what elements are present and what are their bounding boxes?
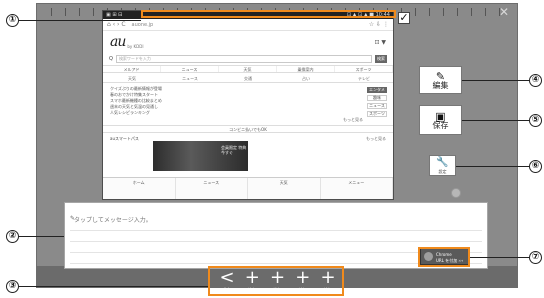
callout-leader — [19, 236, 64, 237]
news-category: スポーツ — [367, 111, 387, 117]
select-checkbox[interactable]: ✓ — [398, 12, 410, 24]
save-icon: ▣ — [435, 109, 446, 123]
callout-leader — [19, 286, 208, 287]
site-search-button: 検索 — [375, 55, 387, 63]
news-category: エンタメ — [367, 87, 387, 93]
url-text: auone.jp — [131, 21, 154, 28]
page-indicator-dot — [451, 188, 461, 198]
settings-button[interactable]: 🔧 設定 — [429, 155, 456, 176]
nav-item: ニュース — [161, 66, 219, 72]
header-icons: ⊡ ▼ — [374, 38, 386, 46]
footer-item: 天気 — [248, 178, 321, 199]
browser-action-icons: ☆ ⇩ ⋮ — [368, 21, 389, 28]
save-button[interactable]: ▣ 保存 — [419, 105, 462, 135]
smartpass-more: もっと見る — [366, 136, 386, 141]
highlight-toolbar — [208, 266, 344, 296]
callout-leader — [462, 120, 531, 121]
highlight-status-bar — [141, 10, 396, 18]
news-headline: 人気レシピランキング — [110, 110, 150, 115]
search-icon: Q — [109, 56, 113, 62]
au-logo: au — [110, 34, 126, 50]
callout-5: ⑤ — [529, 114, 542, 127]
message-rule — [70, 241, 482, 242]
news-category: 趣味 — [367, 95, 387, 101]
footer-item: メニュー — [321, 178, 393, 199]
nav-item: 天気 — [219, 66, 277, 72]
callout-7: ⑦ — [529, 251, 542, 264]
highlight-url-attach — [418, 247, 470, 267]
status-left: ▣ ⊞ ⊟ — [106, 12, 123, 18]
site-header: au by KDDI ⊡ ▼ — [103, 31, 393, 53]
smartpass-title: auスマートパス — [110, 136, 139, 141]
callout-leader — [19, 20, 141, 21]
message-placeholder: タップしてメッセージ入力。 — [74, 217, 152, 224]
screen: ✕ ▣ ⊞ ⊟ ⊡ ▲ ⊡ ▲ ■ 10:44 ⌂ ‹ › C auone.jp… — [0, 0, 544, 298]
news-category: ニュース — [367, 103, 387, 109]
news-categories: エンタメ 趣味 ニュース スポーツ — [367, 87, 387, 119]
news-section: クイズぷりの最新情報が登場 春のおでかけ特集スタート スマホ最新機種の比較まとめ… — [103, 83, 393, 123]
logo-tagline: by KDDI — [127, 44, 144, 49]
callout-leader — [462, 80, 531, 81]
settings-label: 設定 — [438, 168, 447, 174]
callout-leader — [456, 166, 531, 167]
promo-text: 会員限定 特典 今すぐ — [221, 145, 247, 155]
callout-4: ④ — [529, 74, 542, 87]
browser-nav-icons: ⌂ ‹ › C — [107, 21, 126, 28]
edit-button[interactable]: ✎ 編集 — [419, 66, 462, 94]
callout-leader — [470, 257, 531, 258]
edit-label: 編集 — [432, 80, 449, 90]
edit-icon: ✎ — [435, 69, 446, 83]
nav-item: 乗換案内 — [277, 66, 335, 72]
message-rule — [70, 230, 482, 231]
callout-6: ⑥ — [529, 160, 542, 173]
smartpass-section: auスマートパス もっと見る 会員限定 特典 今すぐ — [103, 133, 393, 173]
site-tab: 交通 — [244, 76, 252, 81]
site-tab: テレビ — [358, 76, 370, 81]
site-tab: 天気 — [128, 76, 136, 81]
banner-link: コンビニ払いでもOK — [103, 125, 393, 133]
site-footer: ホーム ニュース 天気 メニュー — [103, 177, 393, 199]
news-more-link: もっと見る — [343, 117, 363, 122]
site-tab: 占い — [302, 76, 310, 81]
captured-screenshot[interactable]: ▣ ⊞ ⊟ ⊡ ▲ ⊡ ▲ ■ 10:44 ⌂ ‹ › C auone.jp ☆… — [102, 10, 394, 200]
wrench-icon: 🔧 — [436, 156, 449, 168]
site-nav: メルアド ニュース 天気 乗換案内 スポーツ — [103, 65, 393, 73]
save-label: 保存 — [432, 120, 449, 130]
url-bar: ⌂ ‹ › C auone.jp ☆ ⇩ ⋮ — [103, 19, 393, 31]
nav-item: スポーツ — [335, 66, 393, 72]
site-search-input: 検索ワードを入力 — [115, 55, 372, 63]
footer-item: ニュース — [176, 178, 248, 199]
site-tabs: 天気 ニュース 交通 占い テレビ — [103, 75, 393, 83]
close-icon[interactable]: ✕ — [499, 6, 509, 18]
site-tab: ニュース — [182, 76, 198, 81]
footer-item: ホーム — [103, 178, 176, 199]
callout-3: ③ — [6, 280, 19, 293]
nav-item: メルアド — [103, 66, 161, 72]
callout-2: ② — [6, 230, 19, 243]
site-search: Q 検索ワードを入力 検索 — [103, 53, 393, 65]
callout-1: ① — [6, 14, 19, 27]
